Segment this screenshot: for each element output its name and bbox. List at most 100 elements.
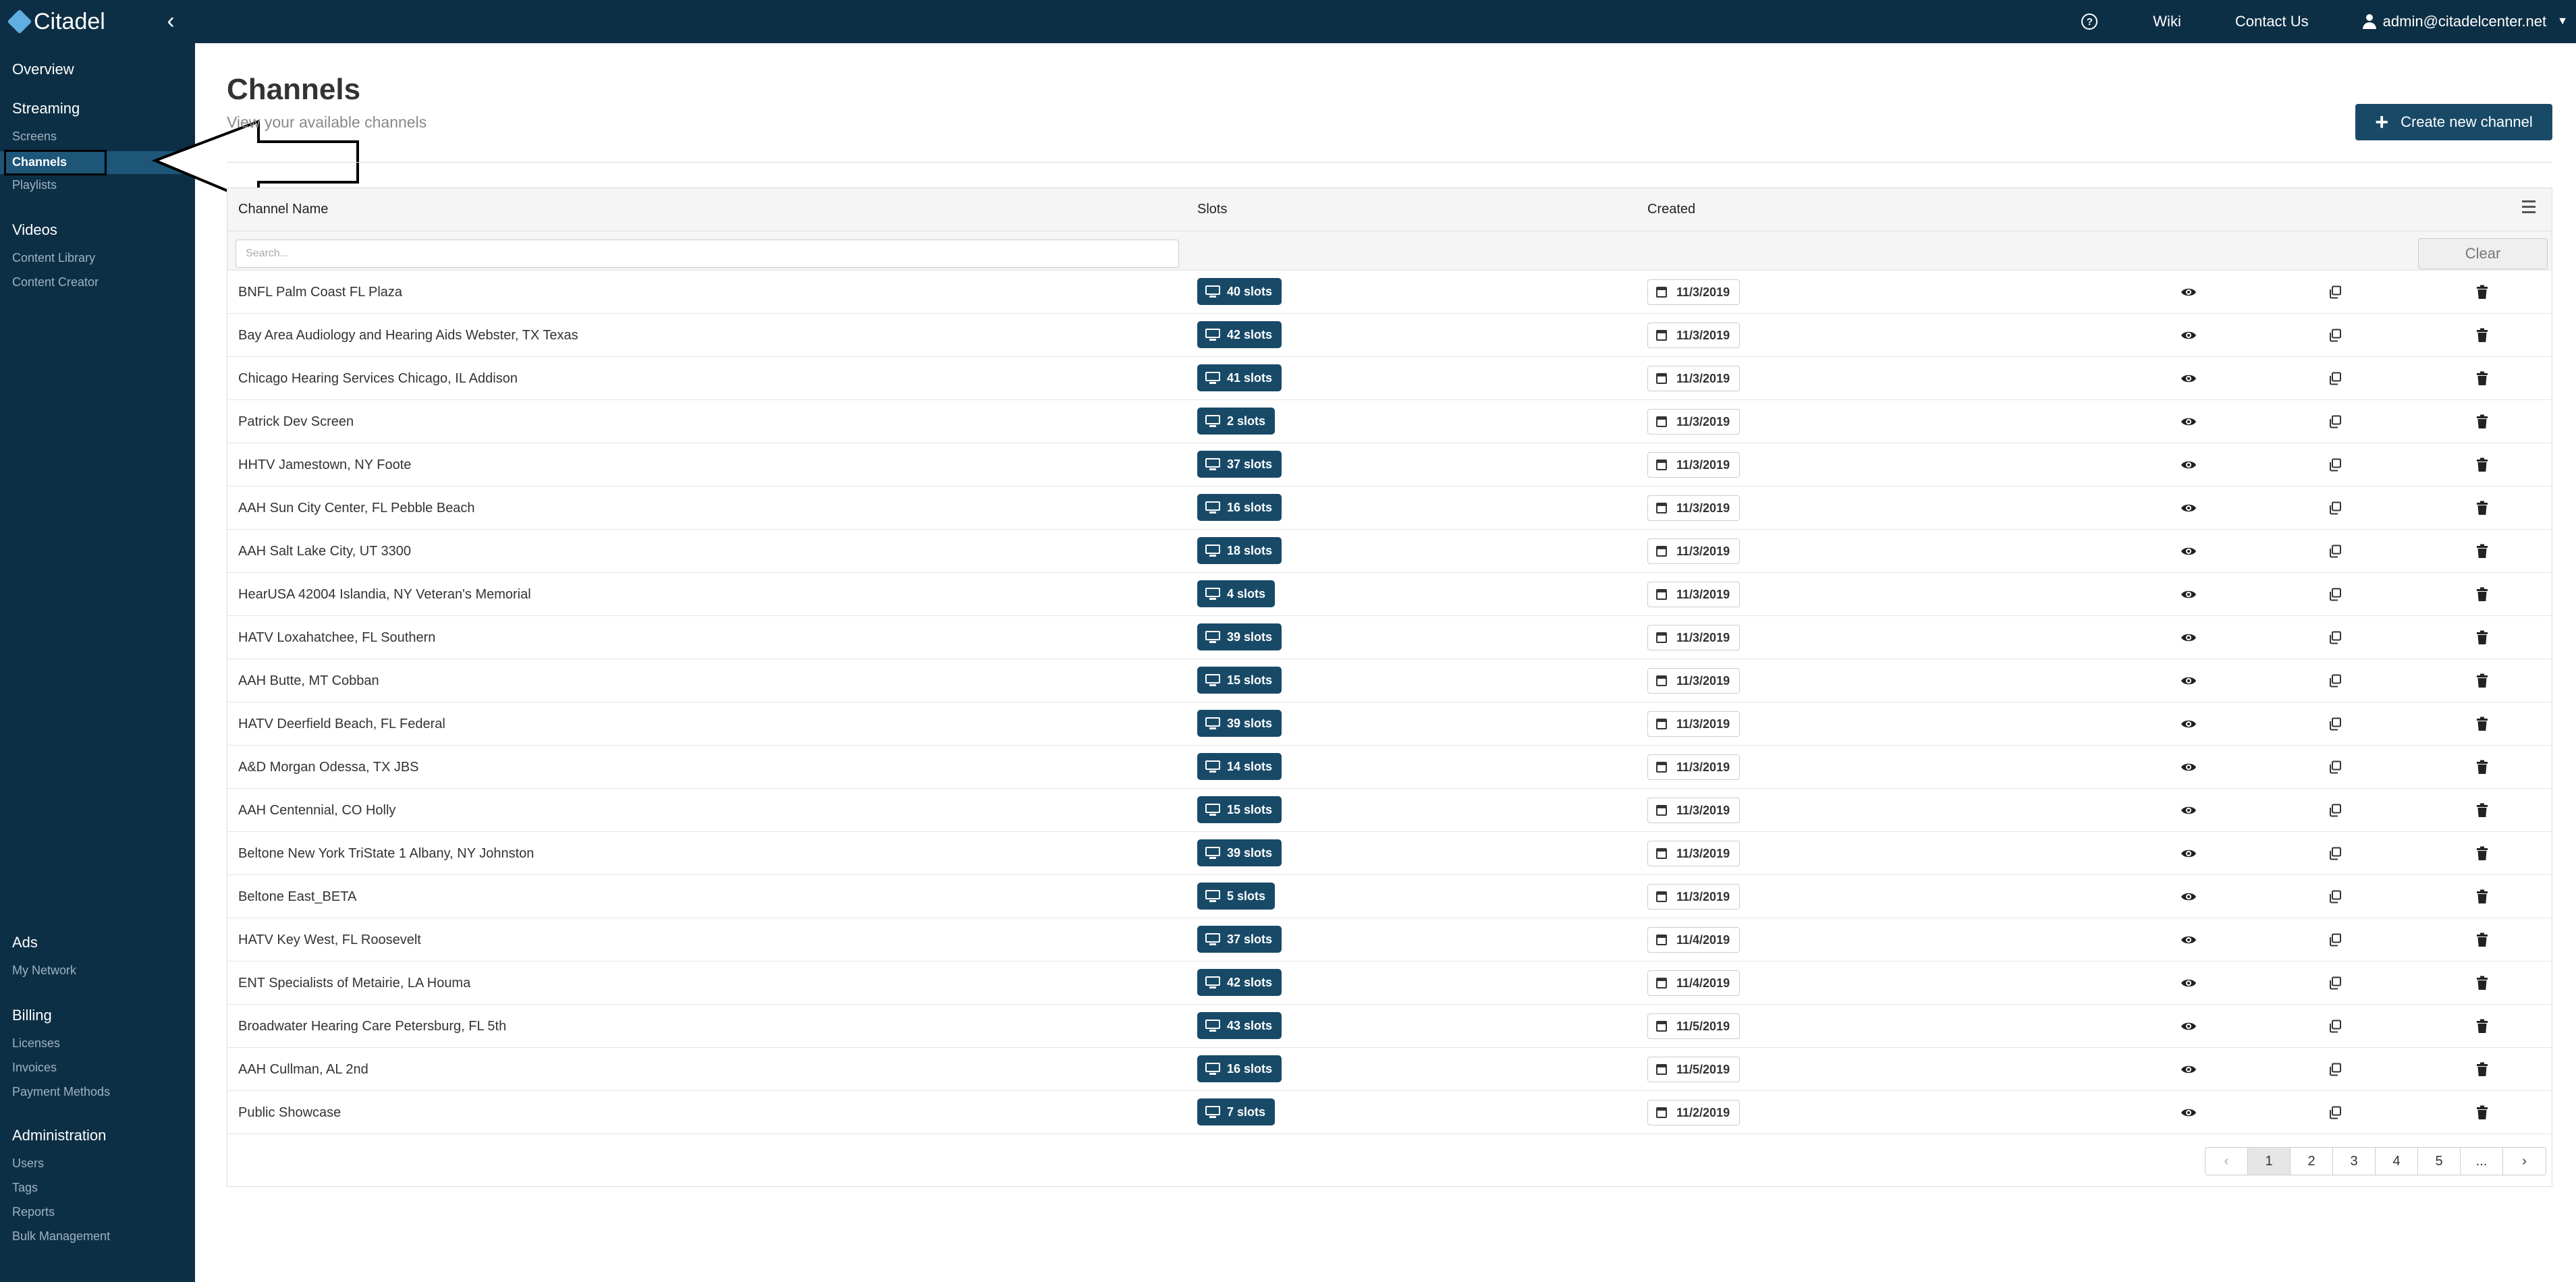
- column-menu-icon[interactable]: [2522, 200, 2536, 215]
- view-eye-icon[interactable]: [2180, 845, 2197, 862]
- table-row[interactable]: BNFL Palm Coast FL Plaza 40 slots 11/3/201…: [227, 271, 2552, 314]
- channel-name[interactable]: Bay Area Audiology and Hearing Aids Webs…: [238, 328, 578, 343]
- page-button[interactable]: 1: [2248, 1148, 2291, 1175]
- slots-badge[interactable]: 37 slots: [1197, 926, 1282, 953]
- table-row[interactable]: Public Showcase 7 slots 11/2/2019: [227, 1091, 2552, 1134]
- table-row[interactable]: Chicago Hearing Services Chicago, IL Add…: [227, 357, 2552, 400]
- delete-trash-icon[interactable]: [2473, 457, 2491, 473]
- delete-trash-icon[interactable]: [2473, 889, 2491, 905]
- table-row[interactable]: HATV Key West, FL Roosevelt 37 slots 11/4/…: [227, 918, 2552, 962]
- copy-icon[interactable]: [2326, 284, 2344, 300]
- view-eye-icon[interactable]: [2180, 457, 2197, 473]
- copy-icon[interactable]: [2326, 586, 2344, 603]
- table-row[interactable]: Beltone New York TriState 1 Albany, NY J…: [227, 832, 2552, 875]
- slots-badge[interactable]: 14 slots: [1197, 753, 1282, 780]
- slots-badge[interactable]: 39 slots: [1197, 839, 1282, 866]
- copy-icon[interactable]: [2326, 1061, 2344, 1078]
- table-row[interactable]: Beltone East_BETA 5 slots 11/3/2019: [227, 875, 2552, 918]
- user-menu[interactable]: admin@citadelcenter.net ▼: [2362, 13, 2568, 30]
- column-header-created[interactable]: Created: [1647, 202, 1695, 217]
- channel-name[interactable]: AAH Sun City Center, FL Pebble Beach: [238, 501, 475, 516]
- table-row[interactable]: Bay Area Audiology and Hearing Aids Webs…: [227, 314, 2552, 357]
- sidebar-item-my-network[interactable]: My Network: [12, 964, 76, 978]
- copy-icon[interactable]: [2326, 716, 2344, 732]
- slots-badge[interactable]: 7 slots: [1197, 1098, 1276, 1125]
- sidebar-item-bulk-management[interactable]: Bulk Management: [12, 1229, 110, 1244]
- delete-trash-icon[interactable]: [2473, 370, 2491, 387]
- copy-icon[interactable]: [2326, 802, 2344, 818]
- channel-name[interactable]: HATV Deerfield Beach, FL Federal: [238, 717, 445, 732]
- sidebar-item-playlists[interactable]: Playlists: [12, 178, 57, 192]
- view-eye-icon[interactable]: [2180, 975, 2197, 991]
- delete-trash-icon[interactable]: [2473, 716, 2491, 732]
- slots-badge[interactable]: 39 slots: [1197, 710, 1282, 737]
- delete-trash-icon[interactable]: [2473, 543, 2491, 559]
- channel-name[interactable]: Chicago Hearing Services Chicago, IL Add…: [238, 371, 518, 387]
- channel-name[interactable]: BNFL Palm Coast FL Plaza: [238, 285, 402, 300]
- sidebar-section-videos[interactable]: Videos: [12, 221, 57, 239]
- sidebar-item-payment-methods[interactable]: Payment Methods: [12, 1085, 110, 1099]
- sidebar-collapse-button[interactable]: ‹: [161, 9, 181, 34]
- slots-badge[interactable]: 16 slots: [1197, 1055, 1282, 1082]
- copy-icon[interactable]: [2326, 500, 2344, 516]
- channel-name[interactable]: AAH Salt Lake City, UT 3300: [238, 544, 411, 559]
- next-page-chevron-icon[interactable]: ›: [2503, 1148, 2546, 1175]
- table-row[interactable]: AAH Salt Lake City, UT 3300 18 slots 11/3/…: [227, 530, 2552, 573]
- slots-badge[interactable]: 43 slots: [1197, 1012, 1282, 1039]
- copy-icon[interactable]: [2326, 975, 2344, 991]
- page-button[interactable]: 4: [2376, 1148, 2418, 1175]
- search-input[interactable]: [236, 240, 1179, 268]
- table-row[interactable]: HHTV Jamestown, NY Foote 37 slots 11/3/201…: [227, 443, 2552, 486]
- delete-trash-icon[interactable]: [2473, 802, 2491, 818]
- delete-trash-icon[interactable]: [2473, 586, 2491, 603]
- copy-icon[interactable]: [2326, 1105, 2344, 1121]
- slots-badge[interactable]: 5 slots: [1197, 883, 1276, 910]
- channel-name[interactable]: HHTV Jamestown, NY Foote: [238, 457, 411, 473]
- column-header-channel-name[interactable]: Channel Name: [238, 202, 328, 217]
- clear-button[interactable]: Clear: [2418, 238, 2548, 269]
- channel-name[interactable]: AAH Centennial, CO Holly: [238, 803, 395, 818]
- delete-trash-icon[interactable]: [2473, 1061, 2491, 1078]
- channel-name[interactable]: AAH Butte, MT Cobban: [238, 673, 379, 689]
- page-button[interactable]: 5: [2418, 1148, 2461, 1175]
- delete-trash-icon[interactable]: [2473, 414, 2491, 430]
- contact-us-link[interactable]: Contact Us: [2235, 13, 2309, 30]
- channel-name[interactable]: A&D Morgan Odessa, TX JBS: [238, 760, 419, 775]
- view-eye-icon[interactable]: [2180, 414, 2197, 430]
- sidebar-item-content-creator[interactable]: Content Creator: [12, 275, 99, 289]
- view-eye-icon[interactable]: [2180, 1105, 2197, 1121]
- sidebar-section-streaming[interactable]: Streaming: [12, 100, 80, 117]
- view-eye-icon[interactable]: [2180, 932, 2197, 948]
- sidebar-section-billing[interactable]: Billing: [12, 1007, 52, 1024]
- delete-trash-icon[interactable]: [2473, 932, 2491, 948]
- channel-name[interactable]: AAH Cullman, AL 2nd: [238, 1062, 368, 1078]
- channel-name[interactable]: Public Showcase: [238, 1105, 341, 1121]
- sidebar-item-overview[interactable]: Overview: [12, 61, 74, 78]
- delete-trash-icon[interactable]: [2473, 327, 2491, 343]
- delete-trash-icon[interactable]: [2473, 1105, 2491, 1121]
- table-row[interactable]: AAH Sun City Center, FL Pebble Beach 16 s…: [227, 486, 2552, 530]
- page-button[interactable]: ...: [2461, 1148, 2503, 1175]
- sidebar-section-ads[interactable]: Ads: [12, 934, 38, 951]
- delete-trash-icon[interactable]: [2473, 630, 2491, 646]
- copy-icon[interactable]: [2326, 889, 2344, 905]
- copy-icon[interactable]: [2326, 845, 2344, 862]
- logo[interactable]: Citadel: [7, 0, 105, 43]
- table-row[interactable]: ENT Specialists of Metairie, LA Houma 42 …: [227, 962, 2552, 1005]
- slots-badge[interactable]: 18 slots: [1197, 537, 1282, 564]
- copy-icon[interactable]: [2326, 370, 2344, 387]
- table-row[interactable]: A&D Morgan Odessa, TX JBS 14 slots 11/3/20…: [227, 746, 2552, 789]
- sidebar-item-invoices[interactable]: Invoices: [12, 1061, 57, 1075]
- column-header-slots[interactable]: Slots: [1197, 202, 1227, 217]
- sidebar-item-reports[interactable]: Reports: [12, 1205, 55, 1219]
- table-row[interactable]: AAH Cullman, AL 2nd 16 slots 11/5/2019: [227, 1048, 2552, 1091]
- page-button[interactable]: 3: [2333, 1148, 2376, 1175]
- view-eye-icon[interactable]: [2180, 284, 2197, 300]
- create-channel-button[interactable]: + Create new channel: [2355, 104, 2552, 140]
- sidebar-item-users[interactable]: Users: [12, 1156, 44, 1171]
- sidebar-item-screens[interactable]: Screens: [12, 130, 57, 144]
- table-row[interactable]: Broadwater Hearing Care Petersburg, FL 5…: [227, 1005, 2552, 1048]
- slots-badge[interactable]: 37 slots: [1197, 451, 1282, 478]
- table-row[interactable]: HATV Loxahatchee, FL Southern 39 slots 11/…: [227, 616, 2552, 659]
- view-eye-icon[interactable]: [2180, 802, 2197, 818]
